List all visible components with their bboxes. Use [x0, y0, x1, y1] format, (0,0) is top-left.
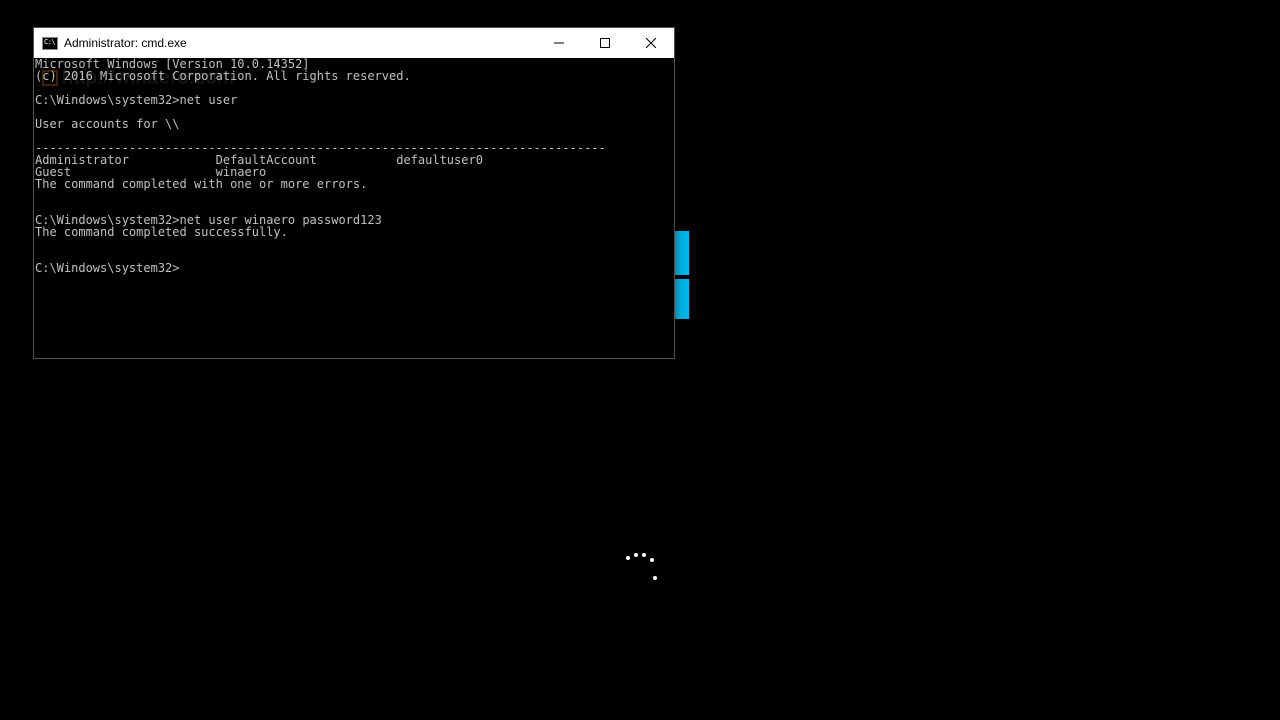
window-controls — [536, 28, 674, 58]
terminal-line: (c) 2016 Microsoft Corporation. All righ… — [35, 69, 411, 83]
titlebar[interactable]: Administrator: cmd.exe — [34, 28, 674, 58]
cmd-window: Administrator: cmd.exe http://winaero.co… — [33, 27, 675, 359]
terminal-prompt: C:\Windows\system32> — [35, 93, 180, 107]
terminal-output[interactable]: http://winaero.comMicrosoft Windows [Ver… — [34, 58, 674, 358]
terminal-prompt: C:\Windows\system32> — [35, 261, 180, 275]
background-accent-bar — [675, 279, 689, 319]
cmd-icon — [42, 35, 58, 51]
window-title: Administrator: cmd.exe — [64, 36, 536, 50]
terminal-line: User accounts for \\ — [35, 117, 180, 131]
background-accent-bar — [675, 231, 689, 275]
maximize-button[interactable] — [582, 28, 628, 58]
terminal-line: The command completed with one or more e… — [35, 177, 367, 191]
loading-spinner-icon — [620, 548, 660, 588]
terminal-command: net user — [180, 93, 238, 107]
terminal-line: The command completed successfully. — [35, 225, 288, 239]
close-button[interactable] — [628, 28, 674, 58]
minimize-button[interactable] — [536, 28, 582, 58]
